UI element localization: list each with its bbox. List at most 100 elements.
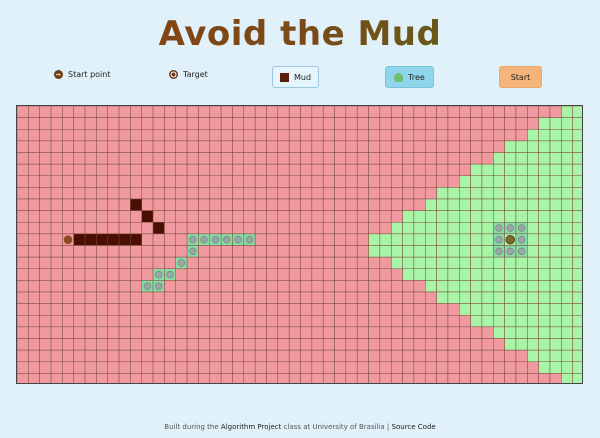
- grid-cell[interactable]: [209, 245, 222, 258]
- explored-cell[interactable]: [459, 245, 471, 258]
- explored-cell[interactable]: [538, 187, 551, 200]
- grid-cell[interactable]: [311, 349, 324, 363]
- target-icon[interactable]: [505, 234, 516, 245]
- grid-cell[interactable]: [277, 280, 290, 293]
- explored-cell[interactable]: [549, 163, 562, 177]
- explored-cell[interactable]: [515, 163, 528, 177]
- grid-cell[interactable]: [254, 175, 267, 188]
- grid-cell[interactable]: [17, 349, 29, 363]
- grid-cell[interactable]: [96, 163, 108, 177]
- grid-cell[interactable]: [322, 338, 335, 351]
- grid-cell[interactable]: [73, 280, 86, 293]
- grid-cell[interactable]: [515, 106, 528, 118]
- grid-cell[interactable]: [96, 222, 108, 235]
- explored-cell[interactable]: [504, 303, 517, 316]
- grid-cell[interactable]: [39, 187, 52, 200]
- grid-cell[interactable]: [266, 326, 279, 339]
- explored-cell[interactable]: [538, 280, 551, 293]
- grid-cell[interactable]: [62, 291, 74, 304]
- grid-cell[interactable]: [39, 326, 52, 339]
- grid-cell[interactable]: [379, 222, 392, 235]
- grid-cell[interactable]: [28, 280, 40, 293]
- explored-cell[interactable]: [504, 210, 517, 223]
- grid-cell[interactable]: [402, 291, 415, 304]
- grid-cell[interactable]: [209, 361, 222, 374]
- explored-cell[interactable]: [379, 245, 392, 258]
- explored-cell[interactable]: [572, 245, 583, 258]
- grid-cell[interactable]: [311, 187, 324, 200]
- grid-cell[interactable]: [84, 361, 97, 374]
- grid-cell[interactable]: [152, 245, 165, 258]
- grid-cell[interactable]: [209, 106, 222, 118]
- grid-cell[interactable]: [164, 245, 177, 258]
- grid-cell[interactable]: [345, 129, 358, 142]
- explored-cell[interactable]: [572, 222, 583, 235]
- explored-cell[interactable]: [459, 280, 471, 293]
- grid-cell[interactable]: [39, 349, 52, 363]
- grid-cell[interactable]: [232, 106, 245, 118]
- grid-cell[interactable]: [334, 106, 347, 118]
- grid-cell[interactable]: [300, 152, 313, 165]
- grid-cell[interactable]: [243, 117, 256, 130]
- grid-cell[interactable]: [209, 198, 222, 211]
- grid-cell[interactable]: [288, 163, 301, 177]
- grid-cell[interactable]: [300, 349, 313, 363]
- grid-cell[interactable]: [220, 373, 233, 384]
- mud-cell[interactable]: [152, 222, 165, 235]
- grid-cell[interactable]: [447, 349, 460, 363]
- source-code-link[interactable]: Source Code: [392, 423, 436, 431]
- explored-cell[interactable]: [515, 326, 528, 339]
- grid-cell[interactable]: [50, 303, 63, 316]
- grid-cell[interactable]: [220, 256, 233, 270]
- grid-cell[interactable]: [322, 117, 335, 130]
- explored-cell[interactable]: [459, 222, 471, 235]
- grid-cell[interactable]: [402, 140, 415, 153]
- grid-cell[interactable]: [107, 373, 120, 384]
- grid-cell[interactable]: [39, 198, 52, 211]
- grid-cell[interactable]: [96, 291, 108, 304]
- grid-cell[interactable]: [254, 129, 267, 142]
- grid-cell[interactable]: [266, 233, 279, 246]
- grid-cell[interactable]: [470, 152, 483, 165]
- grid-cell[interactable]: [175, 326, 188, 339]
- grid-cell[interactable]: [107, 140, 120, 153]
- grid-cell[interactable]: [130, 210, 142, 223]
- explored-cell[interactable]: [527, 349, 539, 363]
- grid-cell[interactable]: [266, 117, 279, 130]
- grid-cell[interactable]: [311, 117, 324, 130]
- grid-cell[interactable]: [470, 373, 483, 384]
- grid-cell[interactable]: [62, 268, 74, 281]
- grid-cell[interactable]: [322, 349, 335, 363]
- grid-cell[interactable]: [243, 280, 256, 293]
- grid-cell[interactable]: [175, 210, 188, 223]
- grid-cell[interactable]: [311, 129, 324, 142]
- grid-cell[interactable]: [379, 187, 392, 200]
- explored-cell[interactable]: [413, 268, 426, 281]
- grid-cell[interactable]: [368, 163, 381, 177]
- explored-cell[interactable]: [572, 280, 583, 293]
- grid-cell[interactable]: [198, 280, 211, 293]
- grid-cell[interactable]: [107, 198, 120, 211]
- grid-cell[interactable]: [402, 280, 415, 293]
- grid-cell[interactable]: [254, 245, 267, 258]
- explored-cell[interactable]: [527, 245, 539, 258]
- grid-cell[interactable]: [390, 117, 403, 130]
- grid-cell[interactable]: [84, 152, 97, 165]
- grid-cell[interactable]: [413, 198, 426, 211]
- grid-cell[interactable]: [436, 152, 449, 165]
- grid-cell[interactable]: [186, 210, 199, 223]
- grid-cell[interactable]: [311, 338, 324, 351]
- grid-cell[interactable]: [356, 187, 369, 200]
- grid-cell[interactable]: [152, 163, 165, 177]
- grid-cell[interactable]: [107, 129, 120, 142]
- grid-cell[interactable]: [368, 303, 381, 316]
- explored-cell[interactable]: [572, 106, 583, 118]
- grid-cell[interactable]: [356, 140, 369, 153]
- grid-cell[interactable]: [50, 117, 63, 130]
- grid-cell[interactable]: [254, 210, 267, 223]
- grid-cell[interactable]: [379, 163, 392, 177]
- grid-cell[interactable]: [254, 163, 267, 177]
- explored-cell[interactable]: [515, 291, 528, 304]
- grid-cell[interactable]: [345, 175, 358, 188]
- explored-cell[interactable]: [515, 187, 528, 200]
